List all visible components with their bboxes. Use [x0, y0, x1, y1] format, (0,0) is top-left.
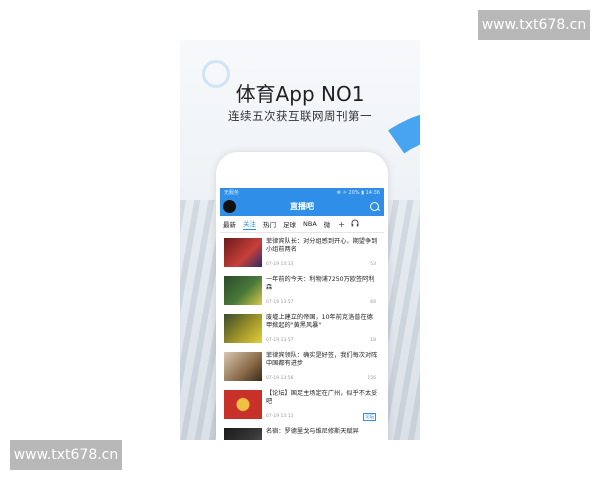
watermark-bottom: www.txt678.cn [10, 440, 122, 470]
news-item[interactable]: 【论坛】国足主场定在广州，似乎不太妥吧 07-19 13:11 论坛 [224, 390, 380, 424]
news-time: 07-19 13:56 [266, 376, 294, 381]
news-title: 菲律宾领队：确实是好签，我们每次对阵中国都有进步 [266, 352, 378, 367]
news-meta: 07-19 13:11 论坛 [266, 413, 378, 421]
tab-bar: 最新 关注 热门 足球 NBA 微 + [220, 216, 384, 233]
news-time: 07-19 13:57 [266, 300, 294, 305]
status-right: ✻ ☼ 20% ▮ 14:36 [336, 190, 380, 196]
comment-count: 18 [370, 338, 376, 343]
news-thumbnail [224, 314, 262, 343]
watermark-top: www.txt678.cn [478, 10, 590, 40]
news-title: 【论坛】国足主场定在广州，似乎不太妥吧 [266, 390, 378, 405]
news-time: 07-19 14:13 [266, 262, 294, 267]
promo-headline: 体育App NO1 [235, 82, 365, 106]
tab-football[interactable]: 足球 [283, 219, 296, 229]
news-meta: 07-19 13:56 156 [266, 376, 378, 381]
phone-mockup: 无服务 ✻ ☼ 20% ▮ 14:36 直播吧 最新 关注 热门 足球 NBA … [216, 152, 388, 440]
app-title: 直播吧 [290, 202, 314, 211]
comment-count: 156 [367, 376, 376, 381]
news-title: 废墟上建立的帝国，10年前克洛普在德甲掀起的"黄黑风暴" [266, 314, 373, 329]
news-meta: 07-19 13:57 18 [266, 338, 378, 343]
promo-subline: 连续五次获互联网周刊第一 [228, 109, 372, 123]
news-thumbnail [224, 352, 262, 381]
tab-latest[interactable]: 最新 [223, 219, 236, 229]
headphones-icon[interactable] [351, 219, 359, 229]
tab-nba[interactable]: NBA [303, 220, 317, 228]
news-title: 菲律宾队长：对分组感到开心，期望争到小组前两名 [266, 238, 378, 253]
tab-hot[interactable]: 热门 [263, 219, 276, 229]
news-item[interactable]: 一年前的今天：利物浦7250万欧签阿利森 07-19 13:57 69 [224, 276, 380, 310]
search-icon[interactable] [370, 202, 379, 211]
news-title: 名宿：罗德里戈与维尼修斯天赋异 [266, 428, 359, 435]
tab-wei[interactable]: 微 [324, 219, 331, 229]
news-meta: 07-19 14:13 53 [266, 262, 378, 267]
news-meta: 07-19 13:57 69 [266, 300, 378, 305]
tab-following[interactable]: 关注 [243, 218, 256, 230]
status-bar: 无服务 ✻ ☼ 20% ▮ 14:36 [220, 188, 384, 198]
news-item[interactable]: 菲律宾队长：对分组感到开心，期望争到小组前两名 07-19 14:13 53 [224, 238, 380, 272]
phone-screen: 无服务 ✻ ☼ 20% ▮ 14:36 直播吧 最新 关注 热门 足球 NBA … [220, 188, 384, 440]
comment-count: 69 [370, 300, 376, 305]
news-item[interactable]: 名宿：罗德里戈与维尼修斯天赋异 [224, 428, 380, 440]
promo-banner: 体育App NO1 连续五次获互联网周刊第一 无服务 ✻ ☼ 20% ▮ 14:… [180, 40, 420, 440]
news-item[interactable]: 菲律宾领队：确实是好签，我们每次对阵中国都有进步 07-19 13:56 156 [224, 352, 380, 386]
add-icon[interactable]: + [338, 220, 345, 229]
news-thumbnail [224, 276, 262, 305]
carrier-text: 无服务 [224, 190, 240, 196]
news-thumbnail [224, 390, 262, 419]
news-title: 一年前的今天：利物浦7250万欧签阿利森 [266, 276, 375, 291]
app-bar: 直播吧 [220, 198, 384, 216]
news-thumbnail [224, 238, 262, 267]
comment-count: 53 [370, 262, 376, 267]
news-time: 07-19 13:57 [266, 338, 294, 343]
news-item[interactable]: 废墟上建立的帝国，10年前克洛普在德甲掀起的"黄黑风暴" 07-19 13:57… [224, 314, 380, 348]
news-thumbnail [224, 428, 262, 440]
forum-badge: 论坛 [363, 413, 376, 421]
news-time: 07-19 13:11 [266, 414, 294, 419]
